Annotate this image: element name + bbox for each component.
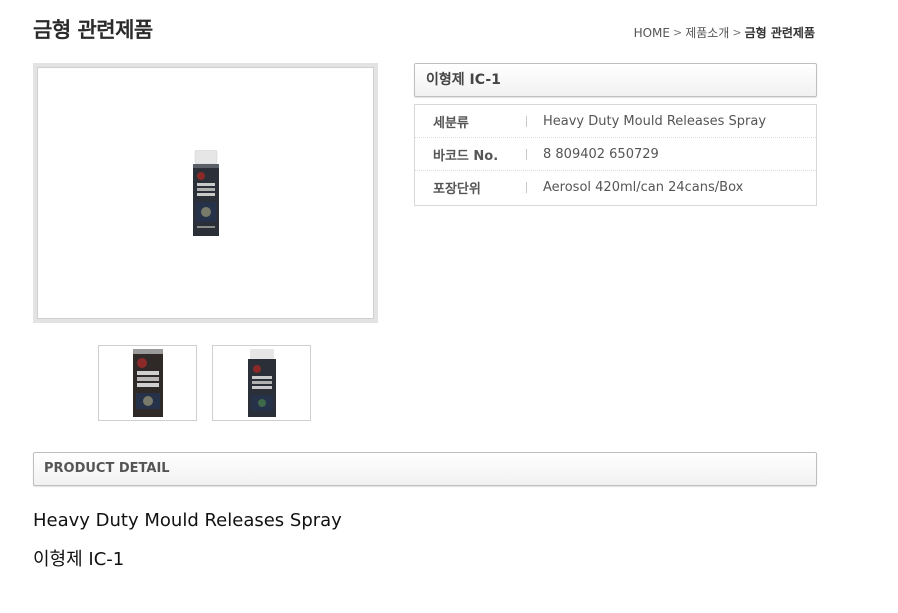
product-detail-header: PRODUCT DETAIL <box>33 452 817 486</box>
detail-description-korean: 이형제 IC-1 <box>33 549 125 570</box>
spec-divider <box>526 182 527 193</box>
breadcrumb-current: 금형 관련제품 <box>744 26 815 40</box>
thumbnail-1[interactable] <box>98 345 197 421</box>
spec-value: Aerosol 420ml/can 24cans/Box <box>543 180 744 195</box>
detail-description-english: Heavy Duty Mould Releases Spray <box>33 510 342 531</box>
spec-label: 세분류 <box>433 115 469 131</box>
breadcrumb: HOME > 제품소개 > 금형 관련제품 <box>634 24 815 41</box>
spec-value: Heavy Duty Mould Releases Spray <box>543 113 767 129</box>
spec-row-barcode: 바코드 No. 8 809402 650729 <box>415 138 816 171</box>
spec-label: 포장단위 <box>433 182 481 197</box>
spec-label: 바코드 No. <box>433 148 499 164</box>
breadcrumb-section[interactable]: 제품소개 <box>685 24 729 41</box>
spec-divider <box>526 115 527 127</box>
spec-row-category: 세분류 Heavy Duty Mould Releases Spray <box>415 105 816 138</box>
breadcrumb-separator: > <box>672 26 683 39</box>
page-title: 금형 관련제품 <box>33 18 153 42</box>
thumbnail-2[interactable] <box>212 345 311 421</box>
product-name-header: 이형제 IC-1 <box>414 63 817 97</box>
spray-can-thumbnail-icon <box>247 349 276 417</box>
breadcrumb-home[interactable]: HOME <box>634 26 670 40</box>
spec-value: 8 809402 650729 <box>543 146 659 162</box>
spec-table: 세분류 Heavy Duty Mould Releases Spray 바코드 … <box>414 104 817 206</box>
spec-divider <box>526 148 527 160</box>
breadcrumb-separator: > <box>732 26 742 39</box>
main-product-image-frame <box>33 63 378 323</box>
spray-can-image <box>192 150 219 236</box>
spray-can-thumbnail-icon <box>132 349 163 417</box>
main-product-image <box>37 67 374 319</box>
spec-row-packaging: 포장단위 Aerosol 420ml/can 24cans/Box <box>415 171 816 204</box>
